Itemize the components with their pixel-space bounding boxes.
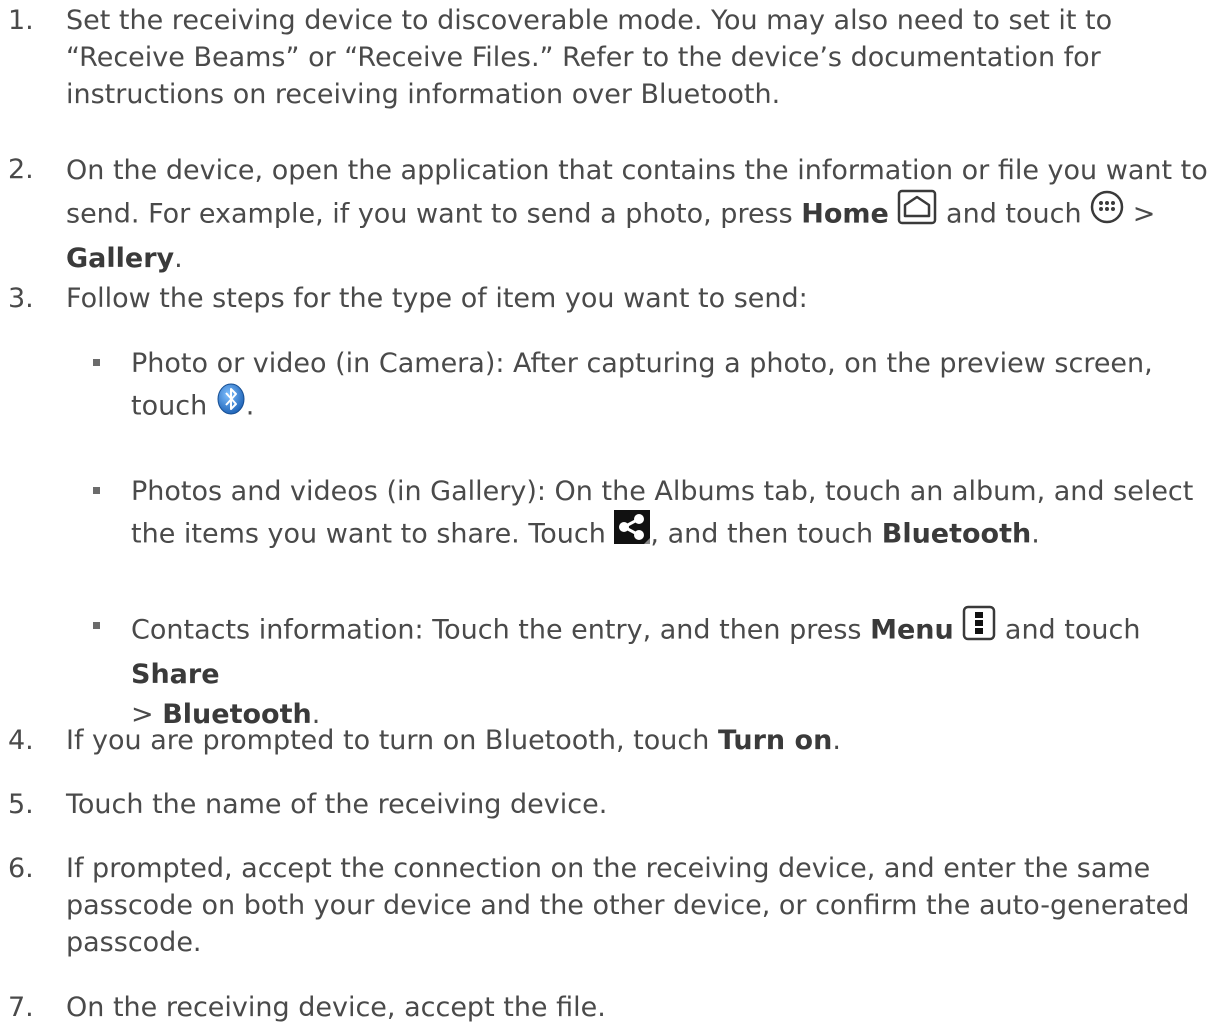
bluetooth-label: Bluetooth [881, 518, 1032, 550]
step-text: Set the receiving device to discoverable… [66, 5, 1113, 110]
gallery-label: Gallery [66, 243, 175, 274]
home-key-icon [897, 189, 937, 237]
substep-text: Contacts information: Touch the entry, a… [131, 605, 1211, 735]
bullet [93, 359, 100, 366]
step-number: 4. [8, 725, 34, 756]
step-number: 7. [8, 992, 34, 1023]
step-text: If prompted, accept the connection on th… [66, 853, 1190, 958]
step-text: On the receiving device, accept the file… [66, 992, 606, 1023]
bullet [93, 622, 100, 629]
menu-key-label: Menu [870, 614, 954, 646]
share-label: Share [131, 659, 220, 690]
turn-on-label: Turn on [717, 725, 833, 756]
step-number: 3. [8, 283, 34, 314]
home-key-label: Home [801, 198, 889, 230]
bullet [93, 487, 100, 494]
step-number: 5. [8, 789, 34, 820]
substep-text: Photo or video (in Camera): After captur… [131, 344, 1211, 430]
step-number: 2. [8, 154, 34, 185]
step-text: If you are prompted to turn on Bluetooth… [66, 725, 841, 756]
share-icon [614, 510, 651, 556]
step-text: On the device, open the application that… [66, 155, 1208, 274]
substep-text: Photos and videos (in Gallery): On the A… [131, 472, 1211, 558]
bluetooth-icon [216, 382, 246, 428]
all-apps-icon [1090, 190, 1124, 236]
step-number: 6. [8, 853, 34, 884]
step-number: 1. [8, 5, 34, 36]
menu-key-icon [962, 605, 996, 653]
step-text: Follow the steps for the type of item yo… [66, 283, 808, 314]
step-text: Touch the name of the receiving device. [66, 789, 608, 820]
